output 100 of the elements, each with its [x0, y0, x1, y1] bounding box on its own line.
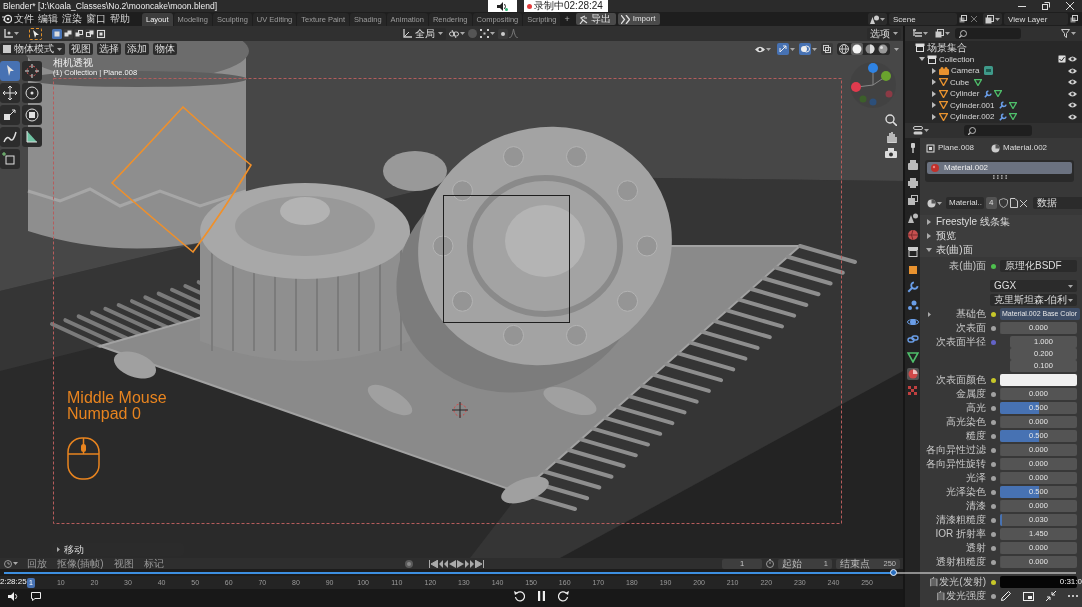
- disclosure-triangle-icon[interactable]: [931, 67, 937, 74]
- editor-type-button[interactable]: [911, 27, 930, 40]
- solid-sphere-icon[interactable]: [851, 43, 863, 55]
- transform-icon[interactable]: [22, 105, 42, 125]
- overlapping-circles-icon[interactable]: [799, 43, 811, 55]
- panel-header[interactable]: Freestyle 线条集: [920, 215, 1082, 229]
- addon-button[interactable]: 导出: [575, 13, 616, 25]
- cone-sphere-icon[interactable]: [906, 211, 919, 224]
- viewport-menu[interactable]: 添加: [125, 43, 149, 55]
- picture-in-picture-icon[interactable]: [1023, 591, 1034, 601]
- wireframe-sphere-icon[interactable]: [838, 43, 850, 55]
- dots-icon[interactable]: [906, 298, 919, 311]
- viewport-menu[interactable]: 视图: [69, 43, 93, 55]
- close-icon[interactable]: [1020, 199, 1027, 207]
- image-stack-icon[interactable]: [906, 194, 919, 207]
- editor-type-button[interactable]: [2, 27, 21, 40]
- overlapping-squares-icon[interactable]: [821, 43, 833, 55]
- crosshair-icon[interactable]: [22, 61, 42, 81]
- eye-icon[interactable]: [1068, 79, 1077, 86]
- add-workspace-button[interactable]: +: [560, 13, 574, 25]
- selection-mode-icon[interactable]: [63, 28, 73, 39]
- color-swatch[interactable]: [1000, 374, 1077, 386]
- selection-mode-icon[interactable]: [74, 28, 84, 39]
- box-icon[interactable]: [906, 246, 919, 259]
- material-slot[interactable]: Material.002: [927, 162, 1072, 174]
- outliner-item[interactable]: 场景集合: [905, 42, 1082, 54]
- shader-field[interactable]: 原理化BSDF: [1000, 260, 1077, 272]
- shrink-arrows-icon[interactable]: [1046, 591, 1056, 601]
- eye-icon[interactable]: [1068, 90, 1077, 97]
- view-layer-browse-button[interactable]: [983, 13, 1002, 25]
- checker-icon[interactable]: [906, 385, 919, 398]
- user-count-button[interactable]: 4: [986, 197, 997, 209]
- stopwatch-icon[interactable]: [766, 559, 774, 568]
- checkbox-icon[interactable]: [1058, 55, 1066, 64]
- eye-icon[interactable]: [1068, 102, 1077, 109]
- material-browse-button[interactable]: [925, 197, 944, 209]
- method-dropdown[interactable]: GGX: [990, 280, 1077, 292]
- square-icon[interactable]: [906, 263, 919, 276]
- material-name-field[interactable]: Material..: [946, 197, 984, 209]
- zoom-icon[interactable]: [885, 114, 897, 126]
- timeline-menu[interactable]: 抠像(插帧): [54, 558, 107, 569]
- timeline-menu[interactable]: 标记: [140, 558, 167, 569]
- scene-browse-button[interactable]: [868, 13, 887, 25]
- play-reverse-icon[interactable]: [448, 559, 456, 568]
- play-icon[interactable]: [456, 559, 464, 568]
- link-dropdown[interactable]: 数据: [1033, 197, 1082, 209]
- eye-icon[interactable]: [1068, 56, 1077, 63]
- options-dropdown[interactable]: 选项: [867, 27, 901, 40]
- selection-mode-icon[interactable]: [85, 28, 95, 39]
- camera-icon[interactable]: [906, 159, 919, 172]
- menu-item[interactable]: 文件: [12, 13, 36, 25]
- progress-handle[interactable]: [890, 569, 898, 576]
- menu-item[interactable]: 窗口: [84, 13, 108, 25]
- search-field[interactable]: [964, 125, 1032, 136]
- record-icon[interactable]: [404, 559, 413, 568]
- panel-header[interactable]: 表(曲)面: [920, 243, 1082, 257]
- select-tool-button[interactable]: [29, 27, 42, 40]
- remove-button[interactable]: [969, 13, 979, 25]
- logo-icon[interactable]: [2, 14, 12, 24]
- outliner-item[interactable]: Cube: [905, 76, 1082, 88]
- wrench-icon[interactable]: [906, 281, 919, 294]
- eye-icon[interactable]: [1068, 67, 1077, 74]
- outliner-item[interactable]: Camera: [905, 65, 1082, 77]
- viewport-menu[interactable]: 物体: [153, 43, 177, 55]
- forward-icon[interactable]: [557, 590, 569, 602]
- speaker-button[interactable]: [488, 0, 517, 12]
- jump-start-icon[interactable]: [428, 559, 438, 568]
- arrow-icon[interactable]: [777, 43, 789, 55]
- select-tool-icon[interactable]: [0, 61, 20, 81]
- pause-icon[interactable]: [537, 591, 545, 601]
- add-cube-icon[interactable]: [0, 149, 20, 169]
- rewind-icon[interactable]: [513, 590, 525, 602]
- menu-item[interactable]: 渲染: [60, 13, 84, 25]
- jump-end-icon[interactable]: [474, 559, 484, 568]
- move-arrows-icon[interactable]: [0, 83, 20, 103]
- sphere-icon[interactable]: [906, 368, 919, 381]
- disclosure-triangle-icon[interactable]: [931, 90, 937, 97]
- eye-icon[interactable]: [1068, 113, 1077, 120]
- outliner-item[interactable]: Collection: [905, 53, 1082, 65]
- pen-icon[interactable]: [0, 127, 20, 147]
- shield-icon[interactable]: [999, 198, 1008, 208]
- outliner-item[interactable]: Cylinder.002: [905, 111, 1082, 123]
- disclosure-triangle-icon[interactable]: [931, 79, 937, 86]
- editor-type-button[interactable]: [911, 124, 931, 137]
- copy-button[interactable]: [1068, 13, 1080, 25]
- viewport-menu[interactable]: 选择: [97, 43, 121, 55]
- view-layer-field[interactable]: View Layer: [1004, 13, 1068, 25]
- timeline-menu[interactable]: 视图: [110, 558, 137, 569]
- copy-button[interactable]: [957, 13, 969, 25]
- camera-icon[interactable]: [885, 148, 897, 158]
- hand-icon[interactable]: [885, 131, 897, 143]
- filter-button[interactable]: [1059, 27, 1078, 40]
- addon-button[interactable]: Import: [617, 13, 661, 25]
- new-document-icon[interactable]: [1010, 198, 1018, 208]
- selection-mode-icon[interactable]: [96, 28, 106, 39]
- method-dropdown[interactable]: 克里斯坦森-伯利: [990, 294, 1077, 306]
- chain-icon[interactable]: [906, 333, 919, 346]
- rotate-icon[interactable]: [22, 83, 42, 103]
- mode-dropdown[interactable]: 物体模式: [0, 43, 65, 55]
- outliner-item[interactable]: Cylinder.001: [905, 99, 1082, 111]
